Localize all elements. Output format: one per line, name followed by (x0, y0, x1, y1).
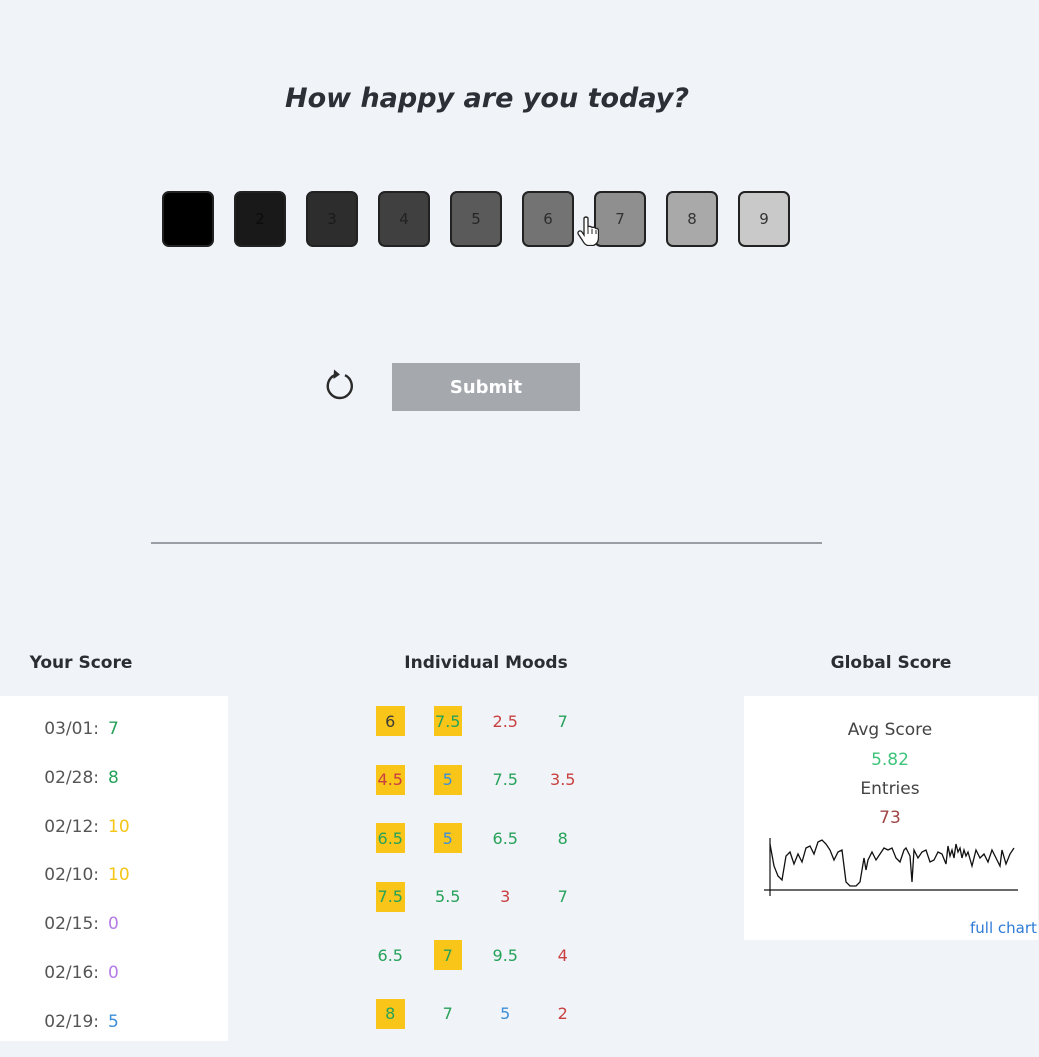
mood-cell: 5 (500, 1004, 511, 1023)
score-date: 02/15: (44, 914, 99, 935)
avg-score-label: Avg Score (847, 720, 933, 740)
mood-row: 7.5 5.5 3 7 (376, 881, 606, 912)
mood-row: 8 7 5 2 (376, 998, 606, 1029)
individual-moods-grid: 6 7.5 2.5 7 4.5 5 7.5 3.5 6.5 5 6.5 8 7.5 5.5 3 7 6.5 7 9.… (376, 706, 606, 1057)
mood-row: 6 7.5 2.5 7 (376, 706, 606, 736)
score-date: 02/16: (44, 963, 99, 983)
mood-cell: 3.5 (550, 770, 576, 789)
mood-cell: 6.5 (377, 945, 403, 965)
mood-cell: 6.5 (492, 828, 518, 848)
scale-button-5[interactable]: 5 (450, 191, 502, 247)
your-score-heading: Your Score (29, 653, 133, 673)
mood-row: 6.5 7 9.5 4 (376, 940, 606, 970)
score-value: 7 (108, 719, 119, 739)
mood-cell: 7 (557, 887, 568, 906)
mood-cell: 7.5 (492, 770, 518, 789)
score-value: 0 (108, 963, 119, 983)
individual-moods-heading: Individual Moods (404, 653, 568, 673)
mood-cell: 7.5 (433, 706, 462, 736)
score-date: 02/19: (44, 1011, 99, 1032)
mood-cell: 7 (433, 940, 462, 970)
score-row: 02/16: 0 (0, 963, 228, 983)
score-row: 03/01: 7 (0, 719, 228, 739)
entries-label: Entries (860, 779, 920, 799)
hand-pointer-icon (577, 216, 599, 246)
mood-cell: 4.5 (376, 764, 405, 795)
scale-button-9[interactable]: 9 (738, 191, 790, 247)
mood-cell: 6 (376, 706, 405, 736)
happiness-scale: 123456789 (162, 191, 790, 247)
global-score-panel: Avg Score 5.82 Entries 73 (744, 696, 1038, 940)
score-date: 02/12: (44, 816, 99, 837)
mood-cell: 2 (557, 1004, 568, 1023)
mood-cell: 5 (433, 764, 462, 795)
scale-button-1[interactable]: 1 (162, 191, 214, 247)
score-value: 0 (108, 914, 119, 935)
scale-button-8[interactable]: 8 (666, 191, 718, 247)
mood-row: 4.5 5 7.5 3.5 (376, 764, 606, 795)
mood-cell: 2.5 (492, 711, 518, 731)
scale-button-7[interactable]: 7 (594, 191, 646, 247)
submit-button[interactable]: Submit (392, 363, 580, 411)
mood-cell: 4 (557, 945, 568, 965)
scale-button-4[interactable]: 4 (378, 191, 430, 247)
score-date: 02/10: (44, 865, 99, 886)
mood-cell: 5.5 (435, 887, 461, 906)
mood-cell: 5 (433, 823, 462, 853)
mood-cell: 9.5 (492, 945, 518, 965)
mood-cell: 6.5 (376, 823, 405, 853)
score-value: 5 (108, 1011, 119, 1032)
mood-cell: 3 (500, 887, 511, 906)
avg-score-value: 5.82 (871, 750, 909, 770)
question-heading: How happy are you today? (284, 83, 690, 114)
score-row: 02/19: 5 (0, 1012, 228, 1032)
reset-icon[interactable] (323, 368, 357, 402)
full-chart-link[interactable]: full chart (970, 919, 1037, 937)
mood-row: 6.5 5 6.5 8 (376, 823, 606, 853)
mood-cell: 7.5 (376, 881, 405, 912)
score-value: 10 (108, 865, 130, 886)
mood-cell: 7 (557, 711, 568, 731)
entries-value: 73 (879, 808, 901, 828)
score-value: 10 (108, 816, 130, 837)
scale-button-6[interactable]: 6 (522, 191, 574, 247)
mood-cell: 8 (376, 998, 405, 1029)
score-row: 02/12: 10 (0, 817, 228, 837)
scale-button-2[interactable]: 2 (234, 191, 286, 247)
divider (151, 542, 822, 544)
scale-button-3[interactable]: 3 (306, 191, 358, 247)
mood-cell: 8 (557, 828, 568, 848)
score-row: 02/10: 10 (0, 865, 228, 885)
score-value: 8 (108, 767, 119, 788)
your-score-panel: 03/01: 7 02/28: 8 02/12: 10 02/10: 10 02/15: 0 02/… (0, 696, 228, 1041)
score-date: 02/28: (44, 767, 99, 788)
mood-cell: 7 (442, 1004, 453, 1023)
global-score-sparkline (764, 838, 1018, 896)
global-score-heading: Global Score (830, 653, 952, 673)
score-row: 02/28: 8 (0, 768, 228, 788)
score-date: 03/01: (44, 719, 99, 739)
score-row: 02/15: 0 (0, 914, 228, 934)
